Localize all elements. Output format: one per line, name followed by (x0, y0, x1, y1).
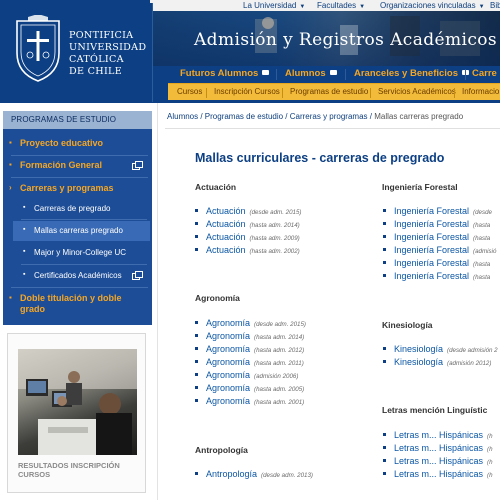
external-link-icon (132, 161, 143, 170)
bullet-icon: ▪ (9, 293, 12, 302)
program-category-kinesiologia: Kinesiología (382, 320, 433, 330)
external-link-icon (132, 271, 143, 280)
program-link-row[interactable]: Actuación (hasta adm. 2009) (195, 232, 300, 242)
program-link-row[interactable]: Letras m... Hispánicas (h (383, 456, 493, 466)
program-category-actuacion: Actuación (195, 182, 237, 192)
program-link-row[interactable]: Agronomía (desde adm. 2015) (195, 318, 306, 328)
sidebar-menu: ▪ Proyecto educativo ▪ Formación General… (3, 129, 152, 325)
chevron-down-icon: ▼ (478, 4, 485, 10)
sidebar-heading: PROGRAMAS DE ESTUDIO (3, 111, 152, 129)
sidebar-subitem-major-minor[interactable]: ▪ Major y Minor-College UC (13, 243, 150, 263)
sidebar-item-proyecto-educativo[interactable]: ▪ Proyecto educativo (3, 138, 152, 151)
chevron-down-icon: ▼ (359, 4, 366, 10)
bullet-icon: ▪ (23, 204, 26, 211)
breadcrumb-current: Mallas carreras pregrado (374, 112, 464, 121)
program-link-row[interactable]: Antropología (desde adm. 2013) (195, 469, 313, 479)
top-link-organizaciones[interactable]: Organizaciones vinculadas ▼ (380, 0, 485, 13)
subnav-inscripcion-cursos[interactable]: Inscripción Cursos (214, 87, 280, 96)
sidebar-item-carreras-programas[interactable]: › Carreras y programas (3, 183, 152, 196)
nav-futuros-alumnos[interactable]: Futuros Alumnos (180, 68, 270, 79)
dropdown-icon (329, 70, 337, 75)
page-title: Mallas curriculares - carreras de pregra… (195, 151, 445, 165)
university-name: PONTIFICIA UNIVERSIDAD CATÓLICA DE CHILE (69, 30, 147, 77)
secondary-nav: Cursos Inscripción Cursos Programas de e… (168, 83, 500, 100)
program-link-row[interactable]: Agronomía (hasta adm. 2012) (195, 344, 304, 354)
students-computer-photo (18, 349, 137, 455)
university-crest-icon (16, 15, 60, 82)
program-link-row[interactable]: Agronomía (hasta adm. 2014) (195, 331, 304, 341)
subnav-cursos[interactable]: Cursos (177, 87, 202, 96)
breadcrumb-carreras[interactable]: Carreras y programas (290, 112, 368, 121)
resultados-inscripcion-banner[interactable]: RESULTADOS INSCRIPCIÓN CURSOS (7, 333, 146, 493)
site-header: La Universidad ▼ Facultades ▼ Organizacion… (0, 0, 500, 103)
sidebar-item-formacion-general[interactable]: ▪ Formación General (3, 160, 152, 173)
sidebar-item-doble-titulacion[interactable]: ▪ Doble titulación y doble grado (3, 293, 152, 317)
program-link-row[interactable]: Ingeniería Forestal (hasta (383, 271, 490, 281)
program-link-row[interactable]: Kinesiología (admisión 2012) (383, 357, 491, 367)
subnav-servicios-academicos[interactable]: Servicios Académicos (378, 87, 456, 96)
subnav-programas-estudio[interactable]: Programas de estudio (290, 87, 368, 96)
university-logo[interactable]: PONTIFICIA UNIVERSIDAD CATÓLICA DE CHILE (3, 3, 153, 102)
program-link-row[interactable]: Letras m... Hispánicas (h (383, 430, 493, 440)
main-content: Alumnos / Programas de estudio / Carrera… (157, 103, 500, 500)
program-link-row[interactable]: Actuación (desde adm. 2015) (195, 206, 301, 216)
program-link-row[interactable]: Actuación (hasta adm. 2014) (195, 219, 300, 229)
program-link-row[interactable]: Agronomía (hasta adm. 2005) (195, 383, 304, 393)
sidebar: PROGRAMAS DE ESTUDIO ▪ Proyecto educativ… (0, 103, 157, 500)
top-link-facultades[interactable]: Facultades ▼ (317, 0, 365, 13)
breadcrumb: Alumnos / Programas de estudio / Carrera… (167, 112, 464, 121)
program-category-letras: Letras mención Linguístic (382, 405, 488, 415)
subnav-informacion[interactable]: Informacio (462, 87, 499, 96)
site-title: Admisión y Registros Académicos (194, 30, 498, 50)
program-link-row[interactable]: Ingeniería Forestal (hasta (383, 219, 490, 229)
top-link-universidad[interactable]: La Universidad ▼ (243, 0, 305, 13)
program-link-row[interactable]: Letras m... Hispánicas (h (383, 469, 493, 479)
program-category-antropologia: Antropología (195, 445, 248, 455)
bullet-icon: ▪ (23, 248, 26, 255)
program-link-row[interactable]: Ingeniería Forestal (hasta (383, 258, 490, 268)
sidebar-subitem-carreras-pregrado[interactable]: ▪ Carreras de pregrado (13, 199, 150, 219)
chevron-down-icon: ▼ (299, 4, 306, 10)
program-link-row[interactable]: Ingeniería Forestal (hasta (383, 232, 490, 242)
program-link-row[interactable]: Agronomía (hasta adm. 2011) (195, 357, 304, 367)
nav-aranceles[interactable]: Aranceles y Beneficios (354, 68, 470, 79)
bullet-icon: ▪ (9, 138, 12, 147)
chevron-right-icon: › (9, 183, 12, 192)
program-link-row[interactable]: Kinesiología (desde admisión 2 (383, 344, 498, 354)
banner-caption: RESULTADOS INSCRIPCIÓN CURSOS (18, 461, 120, 479)
breadcrumb-alumnos[interactable]: Alumnos (167, 112, 198, 121)
program-link-row[interactable]: Agronomía (admisión 2006) (195, 370, 298, 380)
program-link-row[interactable]: Letras m... Hispánicas (h (383, 443, 493, 453)
sidebar-subitem-mallas-pregrado[interactable]: ▪ Mallas carreras pregrado (13, 221, 150, 241)
top-utility-bar: La Universidad ▼ Facultades ▼ Organizacion… (150, 0, 500, 11)
program-link-row[interactable]: Ingeniería Forestal (desde (383, 206, 492, 216)
program-category-agronomia: Agronomía (195, 293, 240, 303)
nav-alumnos[interactable]: Alumnos (285, 68, 337, 79)
program-link-row[interactable]: Actuación (hasta adm. 2002) (195, 245, 300, 255)
sidebar-subitem-certificados[interactable]: ▪ Certificados Académicos (13, 266, 150, 286)
nav-carreras[interactable]: Carre (472, 68, 497, 79)
bullet-icon: ▪ (9, 160, 12, 169)
top-link-biblioteca[interactable]: Bib (490, 0, 500, 11)
bullet-icon: ▪ (23, 271, 26, 278)
breadcrumb-programas[interactable]: Programas de estudio (205, 112, 283, 121)
dropdown-icon (262, 70, 270, 75)
program-category-ingenieria-forestal: Ingeniería Forestal (382, 182, 458, 192)
program-link-row[interactable]: Ingeniería Forestal (admisió (383, 245, 496, 255)
bullet-icon: ▪ (23, 226, 26, 233)
program-link-row[interactable]: Agronomía (hasta adm. 2001) (195, 396, 304, 406)
primary-nav: Futuros Alumnos Alumnos Aranceles y Bene… (153, 66, 500, 82)
